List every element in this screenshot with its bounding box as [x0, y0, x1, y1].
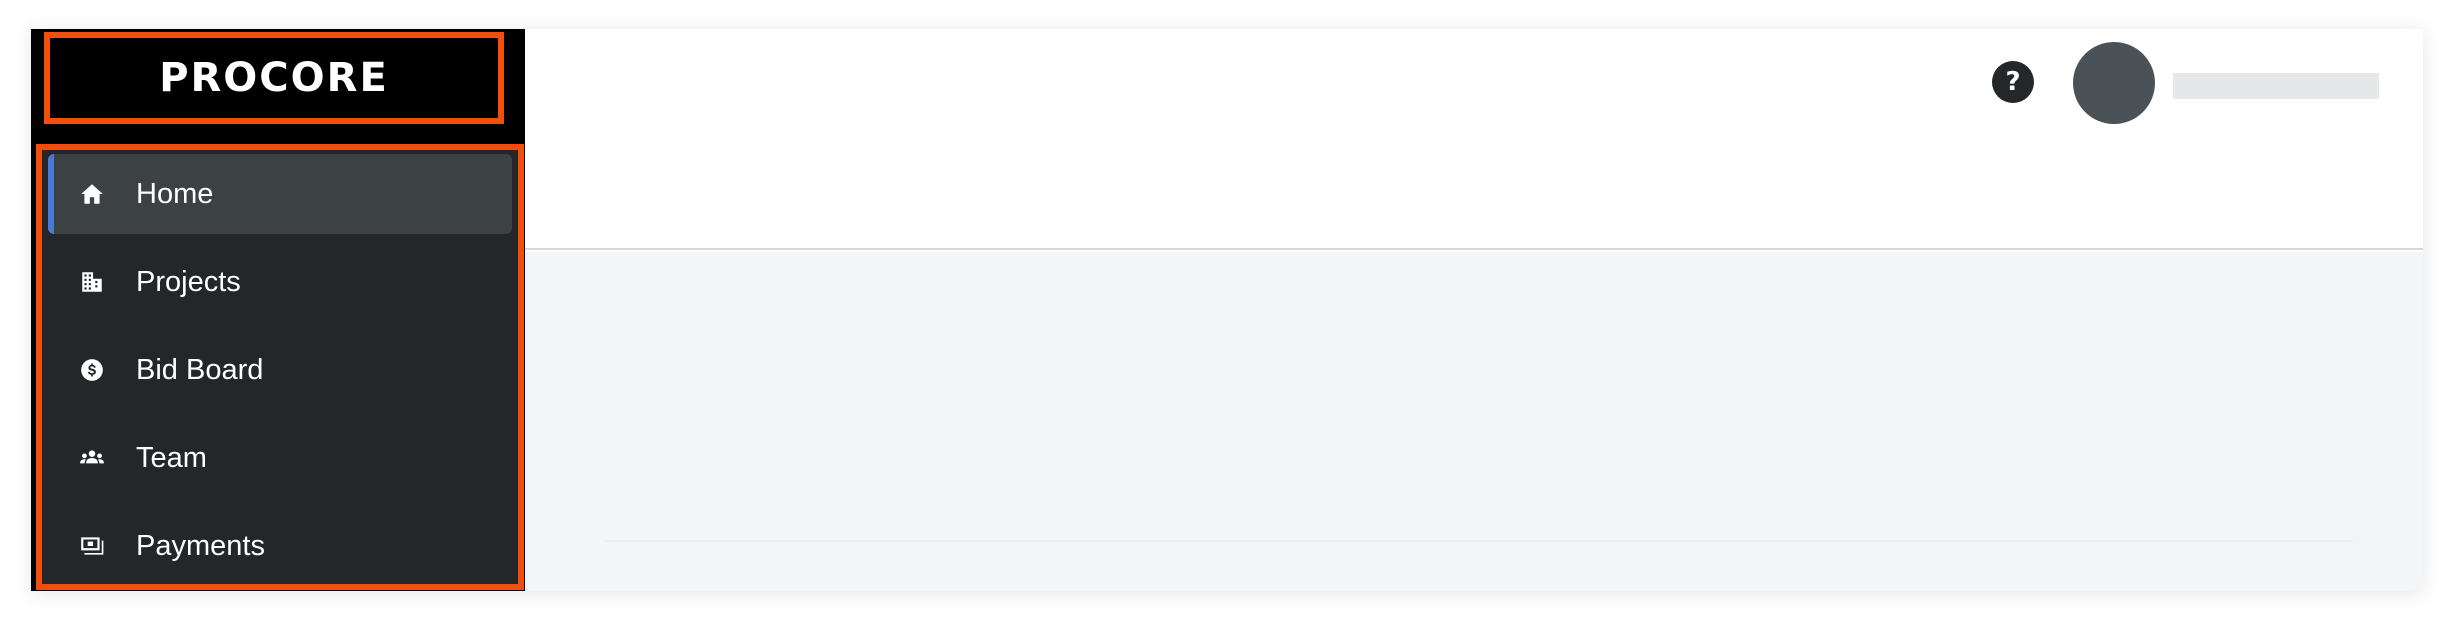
sidebar-item-label: Team	[136, 441, 207, 474]
sidebar-item-label: Payments	[136, 529, 265, 562]
home-icon	[78, 180, 106, 208]
user-name-placeholder	[2173, 73, 2379, 99]
dollar-circle-icon	[78, 356, 106, 384]
nav-list: Home Projects Bid Board Team Payments	[48, 154, 512, 591]
top-header: ?	[525, 29, 2423, 250]
sidebar-nav: Home Projects Bid Board Team Payments	[36, 144, 524, 590]
building-icon	[78, 268, 106, 296]
sidebar-item-team[interactable]: Team	[48, 418, 512, 498]
app-window: PROCORE Home Projects Bid Board Team Pay…	[31, 29, 2423, 591]
sidebar: PROCORE Home Projects Bid Board Team Pay…	[31, 29, 525, 591]
help-icon[interactable]: ?	[1992, 61, 2034, 103]
sidebar-item-label: Bid Board	[136, 353, 264, 386]
team-icon	[78, 444, 106, 472]
logo-container[interactable]: PROCORE	[44, 32, 504, 124]
sidebar-item-projects[interactable]: Projects	[48, 242, 512, 322]
sidebar-item-bid-board[interactable]: Bid Board	[48, 330, 512, 410]
content-divider	[605, 540, 2353, 542]
sidebar-item-label: Projects	[136, 265, 241, 298]
main-content	[525, 252, 2423, 591]
avatar[interactable]	[2073, 42, 2155, 124]
payments-icon	[78, 532, 106, 560]
sidebar-item-payments[interactable]: Payments	[48, 506, 512, 586]
sidebar-item-home[interactable]: Home	[48, 154, 512, 234]
sidebar-item-label: Home	[136, 177, 214, 210]
procore-logo: PROCORE	[159, 55, 389, 101]
